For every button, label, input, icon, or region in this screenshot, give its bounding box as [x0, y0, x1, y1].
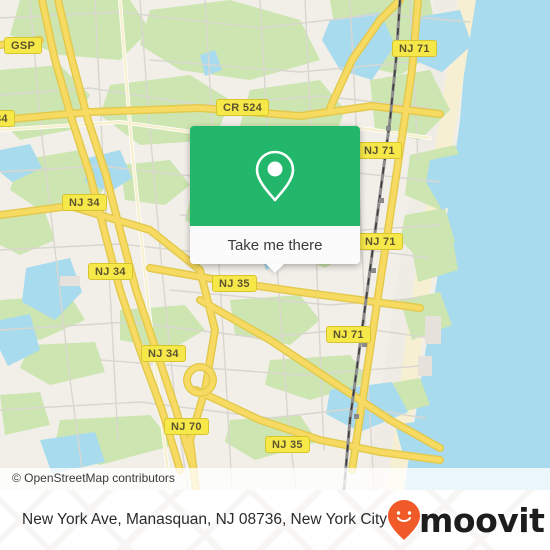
road-shield[interactable]: NJ 70 [164, 418, 209, 435]
road-shield[interactable]: NJ 71 [358, 233, 403, 250]
moovit-smiling-pin-icon [388, 500, 421, 540]
location-callout-card[interactable]: Take me there [190, 126, 360, 273]
road-shield[interactable]: GSP [4, 37, 43, 54]
road-shield[interactable]: NJ 34 [88, 263, 133, 280]
callout-pointer [265, 263, 285, 273]
map-attribution[interactable]: © OpenStreetMap contributors [0, 468, 550, 490]
road-shield[interactable]: CR 524 [216, 99, 270, 116]
address-label: New York Ave, Manasquan, NJ 08736, New Y… [22, 511, 388, 528]
road-shield[interactable]: NJ 34 [141, 345, 186, 362]
road-shield[interactable]: 34 [0, 110, 15, 127]
road-shield[interactable]: NJ 35 [265, 436, 310, 453]
map-screenshot: GSP NJ 71 CR 524 34 NJ 71 NJ 34 NJ 71 NJ… [0, 0, 550, 550]
road-shield[interactable]: NJ 71 [392, 40, 437, 57]
road-shield[interactable]: NJ 34 [62, 194, 107, 211]
moovit-wordmark: moovit [419, 500, 545, 540]
map-pin-icon [255, 150, 295, 202]
road-shield[interactable]: NJ 71 [357, 142, 402, 159]
road-shield[interactable]: NJ 71 [326, 326, 371, 343]
road-shield[interactable]: NJ 35 [212, 275, 257, 292]
callout-icon-area [190, 126, 360, 226]
footer-bar: New York Ave, Manasquan, NJ 08736, New Y… [0, 490, 550, 550]
moovit-brand[interactable]: moovit [387, 499, 545, 541]
map-canvas[interactable]: GSP NJ 71 CR 524 34 NJ 71 NJ 34 NJ 71 NJ… [0, 0, 550, 490]
take-me-there-label: Take me there [227, 236, 323, 254]
take-me-there-button[interactable]: Take me there [190, 226, 360, 273]
